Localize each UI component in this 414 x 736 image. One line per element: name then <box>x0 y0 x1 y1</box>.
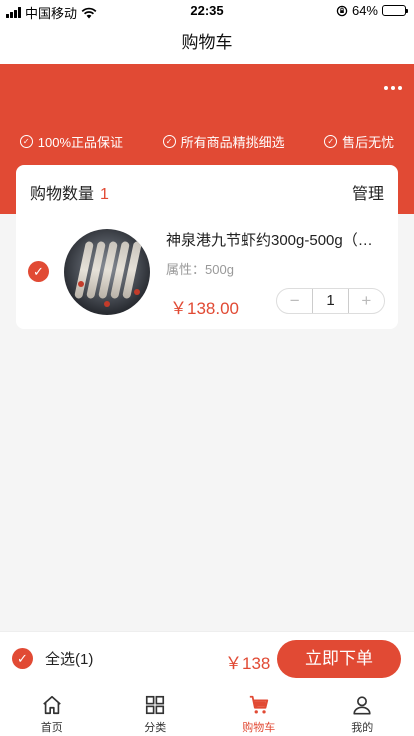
status-right: 64% <box>336 3 408 18</box>
guarantee-label: 所有商品精挑细选 <box>180 135 285 150</box>
battery-icon <box>382 5 408 16</box>
quantity-value[interactable]: 1 <box>312 289 349 313</box>
tab-home[interactable]: 首页 <box>0 685 104 736</box>
tab-label: 我的 <box>351 722 374 734</box>
plus-icon[interactable]: + <box>349 289 384 313</box>
checkout-button[interactable]: 立即下单 <box>277 640 401 678</box>
select-all-label: 全选(1) <box>45 651 94 668</box>
tab-label: 购物车 <box>242 722 276 734</box>
guarantee-item: ✓ 所有商品精挑细选 <box>162 132 285 151</box>
home-icon <box>42 695 61 715</box>
tab-label: 分类 <box>144 722 167 734</box>
product-image[interactable] <box>64 229 150 315</box>
page-title: 购物车 <box>0 22 414 64</box>
circle-check-icon: ✓ <box>19 135 33 148</box>
more-dots-icon[interactable] <box>384 86 402 90</box>
check-circle-icon[interactable]: ✓ <box>12 648 33 669</box>
checkout-bar: ✓ 全选(1) ￥138 立即下单 <box>0 631 414 685</box>
guarantee-item: ✓ 100%正品保证 <box>19 132 124 151</box>
manage-button[interactable]: 管理 <box>352 180 384 204</box>
guarantee-label: 100%正品保证 <box>37 135 124 150</box>
select-all-toggle[interactable]: ✓ 全选(1) <box>12 648 93 669</box>
guarantee-list: ✓ 100%正品保证 ✓ 所有商品精挑细选 ✓ 售后无忧 <box>0 132 414 151</box>
user-icon <box>353 696 371 715</box>
tab-bar: 首页 分类 购物车 我的 <box>0 685 414 736</box>
lock-rotation-icon <box>336 5 348 16</box>
cart-count-value: 1 <box>100 186 109 203</box>
cart-header: 购物数量 1 管理 <box>30 180 384 204</box>
tab-cart[interactable]: 购物车 <box>207 685 311 736</box>
product-title[interactable]: 神泉港九节虾约300g-500g（… <box>166 229 388 250</box>
cart-icon <box>249 695 268 714</box>
item-check-icon[interactable]: ✓ <box>28 261 49 282</box>
minus-icon[interactable]: − <box>277 289 312 313</box>
circle-check-icon: ✓ <box>162 135 176 148</box>
total-price: ￥138 <box>225 654 271 673</box>
tab-profile[interactable]: 我的 <box>311 685 414 736</box>
tab-label: 首页 <box>40 722 63 734</box>
battery-percent: 64% <box>351 3 378 18</box>
cart-card: 购物数量 1 管理 ✓ 神泉港九节虾约300g-500g（… 属性：500g ￥1… <box>16 165 398 329</box>
product-attribute: 属性：500g <box>166 262 234 277</box>
quantity-stepper: − 1 + <box>276 288 385 314</box>
status-bar: 中国移动 22:35 64% <box>0 0 414 22</box>
cart-count: 购物数量 1 <box>30 180 109 204</box>
cart-count-label: 购物数量 <box>30 186 95 203</box>
guarantee-item: ✓ 售后无忧 <box>324 132 394 151</box>
product-price: ￥138.00 <box>170 299 239 318</box>
guarantee-label: 售后无忧 <box>342 135 395 150</box>
tab-category[interactable]: 分类 <box>104 685 208 736</box>
circle-check-icon: ✓ <box>324 135 338 148</box>
category-icon <box>146 695 165 715</box>
